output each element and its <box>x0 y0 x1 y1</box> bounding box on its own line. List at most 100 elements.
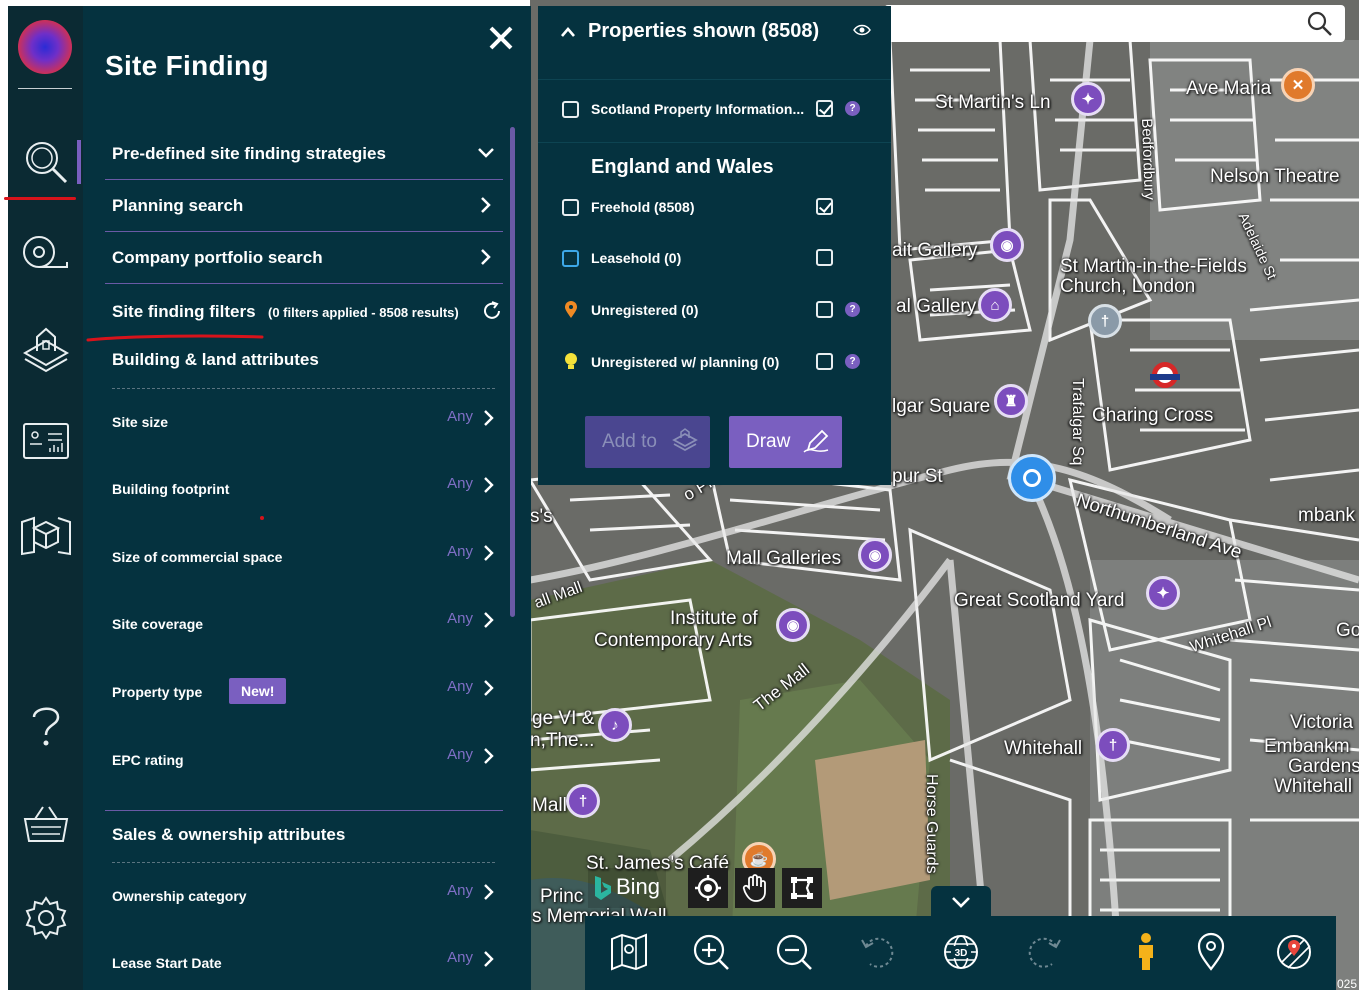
rail-dashboard-button[interactable] <box>8 410 83 474</box>
unregistered-planning-layer-row[interactable]: Unregistered w/ planning (0) ? <box>562 351 872 377</box>
section-company-portfolio[interactable]: Company portfolio search <box>105 232 503 284</box>
section-planning-search[interactable]: Planning search <box>105 180 503 232</box>
rail-building-button[interactable] <box>8 316 83 380</box>
chevron-right-icon <box>484 612 494 628</box>
rail-settings-button[interactable] <box>8 886 83 950</box>
filter-property-type[interactable]: Property type New! Any <box>112 678 495 706</box>
scotland-visible-checkbox[interactable] <box>816 100 833 117</box>
map-layers-button[interactable] <box>607 930 651 974</box>
gallery-poi-icon[interactable]: ◉ <box>990 228 1024 262</box>
chevron-down-icon <box>952 897 970 908</box>
monument-poi-icon[interactable]: ♜ <box>994 384 1028 418</box>
rail-help-button[interactable] <box>8 694 83 758</box>
rail-map-box-button[interactable] <box>8 502 83 566</box>
zoom-out-button[interactable] <box>772 930 816 974</box>
memorial-poi-icon[interactable]: † <box>566 784 600 818</box>
google-maps-button[interactable] <box>1272 930 1316 974</box>
unregistered-visible-checkbox[interactable] <box>816 301 833 318</box>
rotate-right-button[interactable] <box>1022 930 1066 974</box>
pan-tool-button[interactable] <box>735 868 775 908</box>
memorial-poi-icon[interactable]: ♪ <box>598 708 632 742</box>
search-icon[interactable] <box>1307 11 1333 37</box>
map-box-icon <box>20 516 71 556</box>
filter-label: Site coverage <box>112 616 204 632</box>
scotland-layer-row[interactable]: Scotland Property Information... ? <box>562 98 872 124</box>
scotland-toggle-checkbox[interactable] <box>562 101 579 118</box>
toolbar-collapse-tab[interactable] <box>931 886 991 918</box>
map-label: al Gallery <box>896 296 977 317</box>
map-label: St Martin's Ln <box>935 92 1051 113</box>
drop-pin-button[interactable] <box>1189 930 1233 974</box>
unregistered-layer-row[interactable]: Unregistered (0) ? <box>562 299 872 325</box>
locate-tool-button[interactable] <box>688 868 728 908</box>
landmark-poi-icon[interactable]: ✦ <box>1146 576 1180 610</box>
bing-logo-icon <box>595 876 611 900</box>
properties-header[interactable]: Properties shown (8508) <box>538 6 891 80</box>
chevron-down-icon <box>478 148 494 158</box>
map-label: Institute of <box>670 608 758 629</box>
button-label: Add to <box>602 431 657 452</box>
building-layers-icon <box>22 327 69 373</box>
filter-building-footprint[interactable]: Building footprint Any <box>112 475 495 503</box>
close-icon[interactable] <box>485 22 517 54</box>
rotate-left-button[interactable] <box>856 930 900 974</box>
help-icon[interactable]: ? <box>845 101 860 116</box>
chevron-right-icon <box>484 545 494 561</box>
filter-value: Any <box>447 543 473 560</box>
gallery-poi-icon[interactable]: ◉ <box>858 538 892 572</box>
app-logo[interactable] <box>18 20 72 74</box>
filter-ownership-category[interactable]: Ownership category Any <box>112 882 495 910</box>
filter-commercial-space[interactable]: Size of commercial space Any <box>112 543 495 571</box>
section-predefined-strategies[interactable]: Pre-defined site finding strategies <box>105 128 503 180</box>
button-label: Draw <box>746 431 791 452</box>
freehold-toggle-checkbox[interactable] <box>562 199 579 216</box>
map-bottom-toolbar: 3D <box>585 916 1336 990</box>
help-icon[interactable]: ? <box>845 302 860 317</box>
site-finding-filters-header[interactable]: Site finding filters (0 filters applied … <box>112 300 503 330</box>
map-label: s's <box>530 506 553 527</box>
3d-view-button[interactable]: 3D <box>939 930 983 974</box>
street-view-button[interactable] <box>1124 930 1168 974</box>
leasehold-visible-checkbox[interactable] <box>816 249 833 266</box>
help-icon[interactable]: ? <box>845 354 860 369</box>
rail-search-button[interactable] <box>8 130 83 194</box>
chevron-up-icon[interactable] <box>560 26 576 38</box>
freehold-visible-checkbox[interactable] <box>816 198 833 215</box>
theatre-poi-icon[interactable]: ✦ <box>1071 82 1105 116</box>
leasehold-layer-row[interactable]: Leasehold (0) <box>562 247 872 273</box>
memorial-poi-icon[interactable]: † <box>1096 728 1130 762</box>
unregistered-planning-visible-checkbox[interactable] <box>816 353 833 370</box>
underground-station-icon[interactable] <box>1150 362 1180 388</box>
rail-basket-button[interactable] <box>8 792 83 856</box>
map-label: Victoria <box>1290 712 1354 733</box>
filter-lease-start-date[interactable]: Lease Start Date Any <box>112 949 495 977</box>
map-mode-toolbar <box>688 868 822 908</box>
panel-scrollbar[interactable] <box>510 127 515 617</box>
restaurant-poi-icon[interactable]: ✕ <box>1281 68 1315 102</box>
zoom-in-button[interactable] <box>689 930 733 974</box>
map-label: St Martin-in-the-Fields <box>1060 256 1247 277</box>
rail-measure-button[interactable] <box>8 222 83 286</box>
leasehold-toggle-checkbox[interactable] <box>562 250 579 267</box>
yellow-bulb-icon <box>565 353 577 369</box>
freehold-layer-row[interactable]: Freehold (8508) <box>562 196 872 222</box>
arts-poi-icon[interactable]: ◉ <box>776 608 810 642</box>
basket-icon <box>23 806 68 842</box>
filter-label: Ownership category <box>112 888 247 904</box>
church-poi-icon[interactable]: † <box>1088 304 1122 338</box>
new-badge: New! <box>229 678 287 704</box>
reset-icon[interactable] <box>481 300 503 322</box>
filter-label: Lease Start Date <box>112 955 222 971</box>
museum-poi-icon[interactable]: ⌂ <box>978 288 1012 322</box>
current-location-icon[interactable] <box>1008 454 1056 502</box>
eye-icon[interactable] <box>853 23 871 37</box>
polygon-tool-button[interactable] <box>782 868 822 908</box>
gear-icon <box>25 896 66 940</box>
map-search-bar[interactable] <box>884 5 1345 42</box>
filter-site-coverage[interactable]: Site coverage Any <box>112 610 495 638</box>
polygon-select-icon <box>791 877 813 899</box>
add-to-button[interactable]: Add to <box>585 416 710 468</box>
draw-button[interactable]: Draw <box>729 416 842 468</box>
filter-site-size[interactable]: Site size Any <box>112 408 495 436</box>
filter-epc-rating[interactable]: EPC rating Any <box>112 746 495 774</box>
